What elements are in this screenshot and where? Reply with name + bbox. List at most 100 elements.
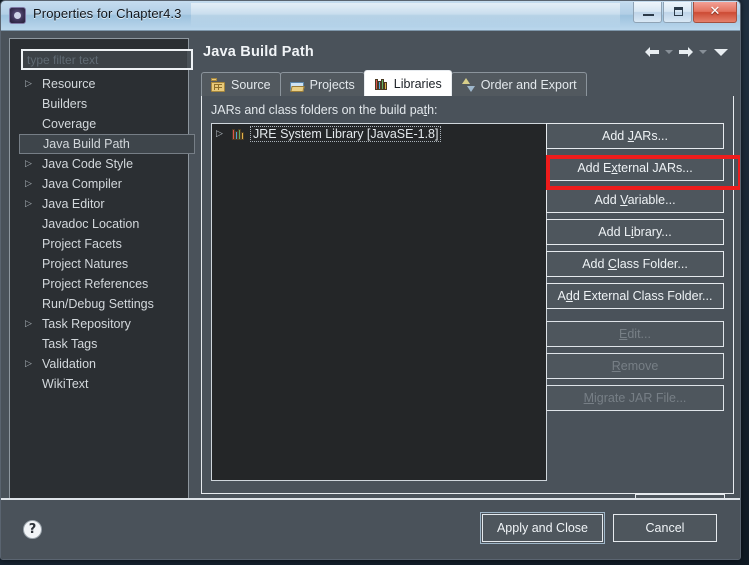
window-controls: ✕ bbox=[632, 2, 737, 23]
eclipse-properties-icon bbox=[9, 7, 26, 24]
help-icon[interactable]: ? bbox=[23, 520, 42, 539]
expand-arrow-icon[interactable]: ▷ bbox=[25, 79, 41, 89]
sidebar-item-validation[interactable]: ▷ Validation bbox=[19, 354, 195, 374]
expand-arrow-icon[interactable]: ▷ bbox=[25, 199, 41, 209]
tab-libraries[interactable]: Libraries bbox=[363, 70, 452, 96]
sidebar-item-run-debug-settings[interactable]: Run/Debug Settings bbox=[19, 294, 195, 314]
close-button[interactable]: ✕ bbox=[693, 2, 737, 23]
jars-list-label: JARs and class folders on the build path… bbox=[211, 103, 438, 117]
sidebar-item-label: Java Editor bbox=[42, 197, 105, 211]
remove-button: Remove bbox=[546, 353, 724, 379]
sidebar-item-label: Run/Debug Settings bbox=[42, 297, 154, 311]
footer-buttons: Apply and Close Cancel bbox=[479, 512, 717, 544]
libraries-tab-panel: JARs and class folders on the build path… bbox=[201, 96, 734, 494]
add-library-button[interactable]: Add Library... bbox=[546, 219, 724, 245]
tab-label: Order and Export bbox=[480, 77, 577, 92]
add-variable-button[interactable]: Add Variable... bbox=[546, 187, 724, 213]
tab-strip: Source Projects Libraries Order and Export bbox=[201, 70, 734, 98]
maximize-button[interactable] bbox=[663, 2, 692, 23]
cancel-button[interactable]: Cancel bbox=[613, 514, 717, 542]
sidebar-item-project-natures[interactable]: Project Natures bbox=[19, 254, 195, 274]
build-path-entry[interactable]: ▷ JRE System Library [JavaSE-1.8] bbox=[212, 124, 546, 144]
sidebar-item-java-build-path[interactable]: Java Build Path bbox=[19, 134, 195, 154]
dialog-footer: ? Apply and Close Cancel bbox=[1, 498, 740, 559]
page-title: Java Build Path bbox=[203, 44, 314, 60]
sidebar-item-java-code-style[interactable]: ▷ Java Code Style bbox=[19, 154, 195, 174]
sidebar-item-javadoc-location[interactable]: Javadoc Location bbox=[19, 214, 195, 234]
expand-arrow-icon[interactable]: ▷ bbox=[25, 159, 41, 169]
minimize-button[interactable] bbox=[633, 2, 662, 23]
order-arrows-icon bbox=[461, 77, 476, 92]
build-path-list[interactable]: ▷ JRE System Library [JavaSE-1.8] bbox=[211, 123, 547, 481]
sidebar-item-label: Validation bbox=[42, 357, 96, 371]
page-pane: Java Build Path Source Projects Libraries O… bbox=[197, 38, 734, 526]
build-path-entry-label: JRE System Library [JavaSE-1.8] bbox=[249, 126, 442, 142]
tab-projects[interactable]: Projects bbox=[279, 72, 365, 96]
close-icon: ✕ bbox=[709, 4, 721, 19]
add-external-class-folder-button[interactable]: Add External Class Folder... bbox=[546, 283, 724, 309]
back-history-chevron-icon[interactable] bbox=[665, 50, 673, 54]
maximize-icon bbox=[674, 7, 683, 16]
page-nav-tools bbox=[644, 44, 728, 60]
tab-source[interactable]: Source bbox=[201, 72, 281, 96]
sidebar-item-label: Task Tags bbox=[42, 337, 98, 351]
apply-and-close-button[interactable]: Apply and Close bbox=[479, 512, 606, 544]
tab-order-and-export[interactable]: Order and Export bbox=[450, 72, 587, 96]
titlebar-sheen bbox=[191, 3, 620, 27]
filter-input[interactable] bbox=[23, 51, 186, 68]
sidebar-item-wikitext[interactable]: WikiText bbox=[19, 374, 195, 394]
sidebar-item-label: Resource bbox=[42, 77, 96, 91]
tab-label: Source bbox=[231, 77, 271, 92]
tabs-container: Source Projects Libraries Order and Export … bbox=[201, 70, 734, 494]
expand-arrow-icon[interactable]: ▷ bbox=[25, 359, 41, 369]
sidebar-item-label: Javadoc Location bbox=[42, 217, 140, 231]
sidebar-item-task-tags[interactable]: Task Tags bbox=[19, 334, 195, 354]
expand-arrow-icon[interactable]: ▷ bbox=[216, 129, 231, 139]
sidebar-item-task-repository[interactable]: ▷ Task Repository bbox=[19, 314, 195, 334]
forward-arrow-icon[interactable] bbox=[678, 44, 694, 60]
tab-label: Libraries bbox=[393, 76, 442, 91]
add-external-jars-button[interactable]: Add External JARs... bbox=[546, 155, 724, 181]
settings-tree: ▷ Resource Builders Coverage Java Build P… bbox=[19, 74, 195, 526]
sidebar-item-label: Project Facets bbox=[42, 237, 122, 251]
tab-label: Projects bbox=[309, 77, 355, 92]
sidebar-item-coverage[interactable]: Coverage bbox=[19, 114, 195, 134]
back-arrow-icon[interactable] bbox=[644, 44, 660, 60]
sidebar-item-resource[interactable]: ▷ Resource bbox=[19, 74, 195, 94]
settings-tree-pane: ▷Resource Builders Coverage Java Build P… bbox=[9, 38, 195, 526]
sidebar-item-label: Project Natures bbox=[42, 257, 129, 271]
sidebar-item-label: Task Repository bbox=[42, 317, 131, 331]
minimize-icon bbox=[643, 14, 654, 16]
add-jars-button[interactable]: Add JARs... bbox=[546, 123, 724, 149]
window-title-bar: Properties for Chapter4.3 ✕ bbox=[1, 1, 740, 31]
sidebar-item-project-references[interactable]: Project References bbox=[19, 274, 195, 294]
projects-folder-icon bbox=[289, 78, 305, 92]
sidebar-item-project-facets[interactable]: Project Facets bbox=[19, 234, 195, 254]
view-menu-chevron-icon[interactable] bbox=[714, 48, 728, 56]
forward-history-chevron-icon[interactable] bbox=[699, 50, 707, 54]
sidebar-item-label: Java Code Style bbox=[42, 157, 134, 171]
add-class-folder-button[interactable]: Add Class Folder... bbox=[546, 251, 724, 277]
sidebar-item-java-compiler[interactable]: ▷ Java Compiler bbox=[19, 174, 195, 194]
sidebar-item-label: Builders bbox=[42, 97, 88, 111]
sidebar-item-java-editor[interactable]: ▷ Java Editor bbox=[19, 194, 195, 214]
sidebar-item-builders[interactable]: Builders bbox=[19, 94, 195, 114]
sidebar-item-label: Java Compiler bbox=[42, 177, 122, 191]
migrate-jar-file-button: Migrate JAR File... bbox=[546, 385, 724, 411]
sidebar-item-label: Project References bbox=[42, 277, 149, 291]
expand-arrow-icon[interactable]: ▷ bbox=[25, 179, 41, 189]
filter-clear-button[interactable] bbox=[186, 51, 191, 68]
jre-library-icon bbox=[231, 127, 247, 141]
expand-arrow-icon[interactable]: ▷ bbox=[25, 319, 41, 329]
window-title: Properties for Chapter4.3 bbox=[33, 6, 182, 21]
